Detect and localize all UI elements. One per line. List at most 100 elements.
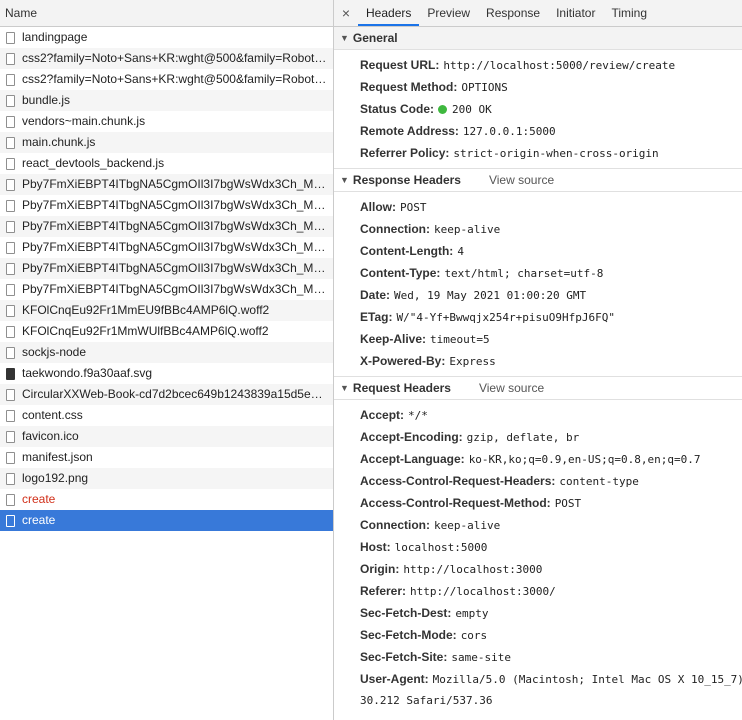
close-icon[interactable]: × xyxy=(334,0,358,26)
header-key: Connection: xyxy=(360,518,430,532)
tab-timing[interactable]: Timing xyxy=(603,0,655,26)
request-row[interactable]: Pby7FmXiEBPT4ITbgNA5CgmOIl3I7bgWsWdx3Ch_… xyxy=(0,237,333,258)
request-row[interactable]: logo192.png xyxy=(0,468,333,489)
request-row[interactable]: Pby7FmXiEBPT4ITbgNA5CgmOIl3I7bgWsWdx3Ch_… xyxy=(0,279,333,300)
request-row[interactable]: content.css xyxy=(0,405,333,426)
header-key: Accept-Language: xyxy=(360,452,465,466)
request-name: bundle.js xyxy=(22,93,71,107)
header-row: Accept-Encoding: gzip, deflate, br xyxy=(334,426,742,448)
request-name: create xyxy=(22,492,56,506)
header-key: Request Method: xyxy=(360,80,458,94)
request-headers-section-header[interactable]: ▼ Request Headers View source xyxy=(334,377,742,400)
header-value: 200 OK xyxy=(452,103,492,116)
header-value: OPTIONS xyxy=(461,81,508,94)
header-row: X-Powered-By: Express xyxy=(334,350,742,372)
response-headers-title: Response Headers xyxy=(352,173,461,187)
request-row[interactable]: css2?family=Noto+Sans+KR:wght@500&family… xyxy=(0,69,333,90)
request-row[interactable]: vendors~main.chunk.js xyxy=(0,111,333,132)
document-file-icon xyxy=(6,136,15,149)
document-file-icon xyxy=(6,514,15,527)
view-source-link[interactable]: View source xyxy=(489,169,554,191)
tab-initiator[interactable]: Initiator xyxy=(548,0,603,26)
view-source-link[interactable]: View source xyxy=(479,377,544,399)
tab-headers[interactable]: Headers xyxy=(358,0,420,26)
document-file-icon xyxy=(6,325,15,338)
response-headers-section: Allow: POST Connection: keep-alive Content-L… xyxy=(334,192,742,376)
request-row[interactable]: KFOlCnqEu92Fr1MmWUlfBBc4AMP6lQ.woff2 xyxy=(0,321,333,342)
document-file-icon xyxy=(6,241,15,254)
response-headers-section-header[interactable]: ▼ Response Headers View source xyxy=(334,169,742,192)
request-row[interactable]: react_devtools_backend.js xyxy=(0,153,333,174)
header-row: Referrer Policy: strict-origin-when-cross… xyxy=(334,142,742,164)
request-list-panel: Name landingpage css2?family=Noto+Sans+KR… xyxy=(0,0,334,720)
request-name: css2?family=Noto+Sans+KR:wght@500&family… xyxy=(22,51,333,65)
header-value: cors xyxy=(460,629,488,642)
request-name: css2?family=Noto+Sans+KR:wght@500&family… xyxy=(22,72,333,86)
request-name: CircularXXWeb-Book-cd7d2bcec649b1243839a… xyxy=(22,387,333,401)
name-column-header[interactable]: Name xyxy=(0,0,333,27)
request-row[interactable]: Pby7FmXiEBPT4ITbgNA5CgmOIl3I7bgWsWdx3Ch_… xyxy=(0,216,333,237)
header-row: Accept: */* xyxy=(334,404,742,426)
request-row[interactable]: favicon.ico xyxy=(0,426,333,447)
header-row: Status Code: 200 OK xyxy=(334,98,742,120)
header-key: Keep-Alive: xyxy=(360,332,427,346)
header-key: Date: xyxy=(360,288,391,302)
request-name: Pby7FmXiEBPT4ITbgNA5CgmOIl3I7bgWsWdx3Ch_… xyxy=(22,261,333,275)
header-value: Mozilla/5.0 (Macintosh; Intel Mac OS X 1… xyxy=(432,673,742,686)
request-name: Pby7FmXiEBPT4ITbgNA5CgmOIl3I7bgWsWdx3Ch_… xyxy=(22,282,333,296)
header-value: gzip, deflate, br xyxy=(466,431,580,444)
document-file-icon xyxy=(6,178,15,191)
header-key: Referrer Policy: xyxy=(360,146,450,160)
header-key: X-Powered-By: xyxy=(360,354,446,368)
document-file-icon xyxy=(6,388,15,401)
request-row[interactable]: create xyxy=(0,489,333,510)
request-name: manifest.json xyxy=(22,450,93,464)
image-file-icon xyxy=(6,367,15,380)
header-key: Sec-Fetch-Dest: xyxy=(360,606,452,620)
header-row: Origin: http://localhost:3000 xyxy=(334,558,742,580)
header-key: Content-Type: xyxy=(360,266,441,280)
request-row[interactable]: create xyxy=(0,510,333,531)
triangle-down-icon: ▼ xyxy=(340,383,349,393)
request-row[interactable]: sockjs-node xyxy=(0,342,333,363)
request-row[interactable]: css2?family=Noto+Sans+KR:wght@500&family… xyxy=(0,48,333,69)
header-key: Referer: xyxy=(360,584,407,598)
header-value: timeout=5 xyxy=(430,333,490,346)
header-value: text/html; charset=utf-8 xyxy=(444,267,604,280)
request-row[interactable]: taekwondo.f9a30aaf.svg xyxy=(0,363,333,384)
header-row: Access-Control-Request-Method: POST xyxy=(334,492,742,514)
general-section: Request URL: http://localhost:5000/review… xyxy=(334,50,742,168)
request-row[interactable]: KFOlCnqEu92Fr1MmEU9fBBc4AMP6lQ.woff2 xyxy=(0,300,333,321)
request-row[interactable]: Pby7FmXiEBPT4ITbgNA5CgmOIl3I7bgWsWdx3Ch_… xyxy=(0,195,333,216)
document-file-icon xyxy=(6,73,15,86)
request-name: taekwondo.f9a30aaf.svg xyxy=(22,366,153,380)
header-value: POST xyxy=(554,497,582,510)
header-key: Host: xyxy=(360,540,391,554)
document-file-icon xyxy=(6,220,15,233)
header-value: localhost:5000 xyxy=(394,541,488,554)
document-file-icon xyxy=(6,94,15,107)
header-row: Host: localhost:5000 xyxy=(334,536,742,558)
header-row: Sec-Fetch-Mode: cors xyxy=(334,624,742,646)
request-row[interactable]: Pby7FmXiEBPT4ITbgNA5CgmOIl3I7bgWsWdx3Ch_… xyxy=(0,258,333,279)
header-row: User-Agent: Mozilla/5.0 (Macintosh; Intel… xyxy=(334,668,742,690)
request-headers-section: Accept: */* Accept-Encoding: gzip, deflate,… xyxy=(334,400,742,716)
request-row[interactable]: landingpage xyxy=(0,27,333,48)
request-row[interactable]: Pby7FmXiEBPT4ITbgNA5CgmOIl3I7bgWsWdx3Ch_… xyxy=(0,174,333,195)
request-name: vendors~main.chunk.js xyxy=(22,114,146,128)
document-file-icon xyxy=(6,52,15,65)
tab-preview[interactable]: Preview xyxy=(419,0,478,26)
request-row[interactable]: CircularXXWeb-Book-cd7d2bcec649b1243839a… xyxy=(0,384,333,405)
general-section-header[interactable]: ▼ General xyxy=(334,27,742,50)
tab-response[interactable]: Response xyxy=(478,0,548,26)
request-name: create xyxy=(22,513,56,527)
request-row[interactable]: bundle.js xyxy=(0,90,333,111)
header-row: Request URL: http://localhost:5000/review… xyxy=(334,54,742,76)
request-row[interactable]: main.chunk.js xyxy=(0,132,333,153)
status-ok-icon xyxy=(438,105,448,114)
request-name: sockjs-node xyxy=(22,345,87,359)
header-row: Content-Type: text/html; charset=utf-8 xyxy=(334,262,742,284)
document-file-icon xyxy=(6,283,15,296)
header-key: Origin: xyxy=(360,562,400,576)
request-row[interactable]: manifest.json xyxy=(0,447,333,468)
